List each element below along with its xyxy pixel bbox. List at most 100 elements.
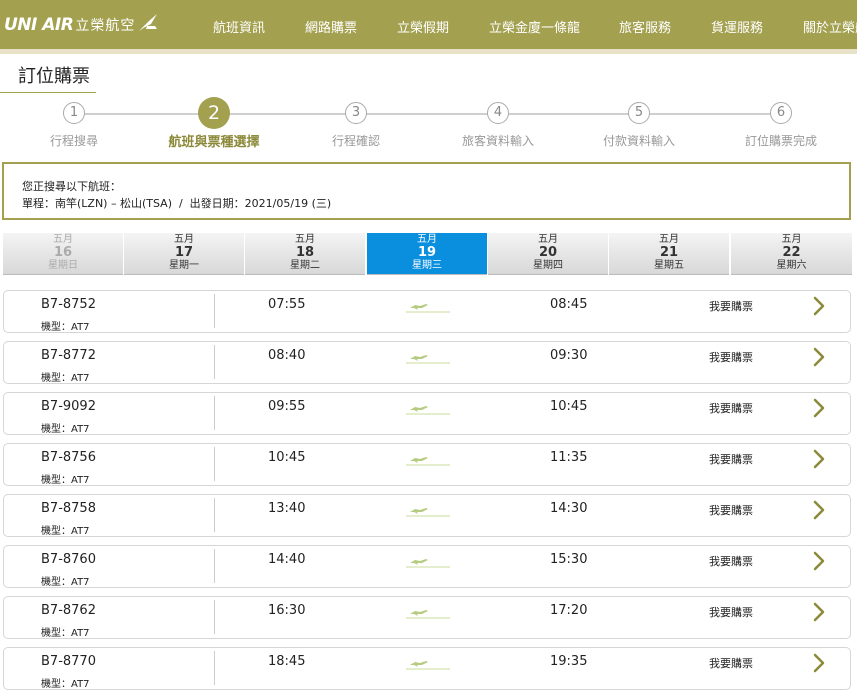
buy-ticket-link[interactable]: 我要購票 — [709, 553, 753, 569]
date-weekday: 星期一 — [169, 260, 199, 271]
step-2-circle: 2 — [198, 97, 230, 129]
date-day: 22 — [782, 245, 801, 260]
main-nav: 航班資訊 網路購票 立榮假期 立榮金廈一條龍 旅客服務 貨運服務 關於立榮航空 — [0, 0, 857, 49]
nav-passenger-service[interactable]: 旅客服務 — [619, 17, 671, 36]
flight-row[interactable]: B7-8762 機型：AT7 16:30 17:20 我要購票 — [3, 596, 851, 639]
buy-ticket-link[interactable]: 我要購票 — [709, 298, 753, 314]
arrival-time: 10:45 — [550, 399, 588, 414]
date-day: 20 — [538, 245, 558, 260]
departure-time: 08:40 — [268, 348, 306, 363]
departure-time: 13:40 — [268, 501, 306, 516]
plane-icon — [406, 299, 450, 318]
row-divider — [214, 447, 215, 481]
date-day: 16 — [53, 245, 73, 260]
row-divider — [214, 396, 215, 430]
search-heading: 您正搜尋以下航班： — [22, 180, 121, 193]
date-weekday: 星期六 — [776, 260, 807, 271]
buy-ticket-link[interactable]: 我要購票 — [709, 451, 753, 467]
chevron-right-icon[interactable] — [812, 346, 826, 372]
row-divider — [214, 294, 215, 328]
plane-icon — [406, 656, 450, 675]
search-summary: 您正搜尋以下航班： 單程：南竿(LZN) – 松山(TSA) / 出發日期：20… — [2, 162, 851, 220]
plane-icon — [406, 350, 450, 369]
chevron-right-icon[interactable] — [812, 448, 826, 474]
buy-ticket-link[interactable]: 我要購票 — [709, 400, 753, 416]
steps-connector — [84, 113, 774, 115]
nav-about[interactable]: 關於立榮航空 — [803, 17, 857, 36]
plane-icon — [406, 401, 450, 420]
buy-ticket-link[interactable]: 我要購票 — [709, 604, 753, 620]
aircraft-type: 機型：AT7 — [41, 424, 90, 435]
flight-row[interactable]: B7-8756 機型：AT7 10:45 11:35 我要購票 — [3, 443, 851, 486]
step-1-circle: 1 — [63, 102, 85, 124]
arrival-time: 14:30 — [550, 501, 588, 516]
step-5-circle: 5 — [628, 102, 650, 124]
plane-icon — [406, 452, 450, 471]
step-4-label: 旅客資料輸入 — [461, 134, 535, 148]
flight-row[interactable]: B7-8770 機型：AT7 18:45 19:35 我要購票 — [3, 647, 851, 690]
row-divider — [214, 498, 215, 532]
buy-ticket-link[interactable]: 我要購票 — [709, 655, 753, 671]
nav-holidays[interactable]: 立榮假期 — [397, 17, 449, 36]
chevron-right-icon[interactable] — [812, 499, 826, 525]
flight-number: B7-8762 — [41, 603, 96, 618]
nav-flight-info[interactable]: 航班資訊 — [213, 17, 265, 36]
date-weekday: 星期四 — [533, 260, 563, 271]
chevron-right-icon[interactable] — [812, 550, 826, 576]
flight-row[interactable]: B7-8772 機型：AT7 08:40 09:30 我要購票 — [3, 341, 851, 384]
step-1-label: 行程搜尋 — [49, 134, 99, 148]
step-6-label: 訂位購票完成 — [744, 134, 818, 148]
flight-number: B7-8772 — [41, 348, 96, 363]
nav-cargo-service[interactable]: 貨運服務 — [711, 17, 763, 36]
row-divider — [214, 651, 215, 685]
nav-kinmen-xiamen[interactable]: 立榮金廈一條龍 — [489, 17, 580, 36]
chevron-right-icon[interactable] — [812, 601, 826, 627]
arrival-time: 09:30 — [550, 348, 588, 363]
step-6-circle: 6 — [770, 102, 792, 124]
date-tab-20[interactable]: 五月 20 星期四 — [488, 233, 608, 275]
chevron-right-icon[interactable] — [812, 397, 826, 423]
flight-row[interactable]: B7-8752 機型：AT7 07:55 08:45 我要購票 — [3, 290, 851, 333]
buy-ticket-link[interactable]: 我要購票 — [709, 349, 753, 365]
departure-time: 10:45 — [268, 450, 306, 465]
date-tab-17[interactable]: 五月 17 星期一 — [124, 233, 244, 275]
date-weekday: 星期日 — [48, 260, 78, 271]
departure-time: 18:45 — [268, 654, 306, 669]
arrival-time: 08:45 — [550, 297, 588, 312]
arrival-time: 15:30 — [550, 552, 588, 567]
flight-row[interactable]: B7-8758 機型：AT7 13:40 14:30 我要購票 — [3, 494, 851, 537]
date-tab-18[interactable]: 五月 18 星期二 — [245, 233, 365, 275]
arrival-time: 19:35 — [550, 654, 588, 669]
flight-row[interactable]: B7-8760 機型：AT7 14:40 15:30 我要購票 — [3, 545, 851, 588]
nav-online-booking[interactable]: 網路購票 — [305, 17, 357, 36]
date-day: 17 — [174, 245, 194, 260]
row-divider — [214, 345, 215, 379]
site-header: UNI AIR 立榮航空 航班資訊 網路購票 立榮假期 立榮金廈一條龍 旅客服務… — [0, 0, 857, 49]
page-title: 訂位購票 — [18, 66, 90, 87]
step-4-circle: 4 — [487, 102, 509, 124]
buy-ticket-link[interactable]: 我要購票 — [709, 502, 753, 518]
flight-number: B7-8752 — [41, 297, 96, 312]
title-underline — [0, 92, 96, 93]
flight-number: B7-9092 — [41, 399, 96, 414]
step-3-label: 行程確認 — [331, 134, 381, 148]
row-divider — [214, 600, 215, 634]
flight-number: B7-8758 — [41, 501, 96, 516]
aircraft-type: 機型：AT7 — [41, 628, 90, 639]
chevron-right-icon[interactable] — [812, 652, 826, 678]
departure-time: 09:55 — [268, 399, 306, 414]
flight-number: B7-8760 — [41, 552, 96, 567]
arrival-time: 17:20 — [550, 603, 588, 618]
aircraft-type: 機型：AT7 — [41, 679, 90, 690]
departure-time: 07:55 — [268, 297, 306, 312]
flight-row[interactable]: B7-9092 機型：AT7 09:55 10:45 我要購票 — [3, 392, 851, 435]
date-tab-22[interactable]: 五月 22 星期六 — [731, 233, 852, 275]
aircraft-type: 機型：AT7 — [41, 577, 90, 588]
step-5-label: 付款資料輸入 — [602, 134, 676, 148]
date-tab-19[interactable]: 五月 19 星期三 — [367, 233, 487, 275]
row-divider — [214, 549, 215, 583]
aircraft-type: 機型：AT7 — [41, 526, 90, 537]
header-strip — [0, 49, 857, 54]
date-tab-21[interactable]: 五月 21 星期五 — [609, 233, 729, 275]
chevron-right-icon[interactable] — [812, 295, 826, 321]
